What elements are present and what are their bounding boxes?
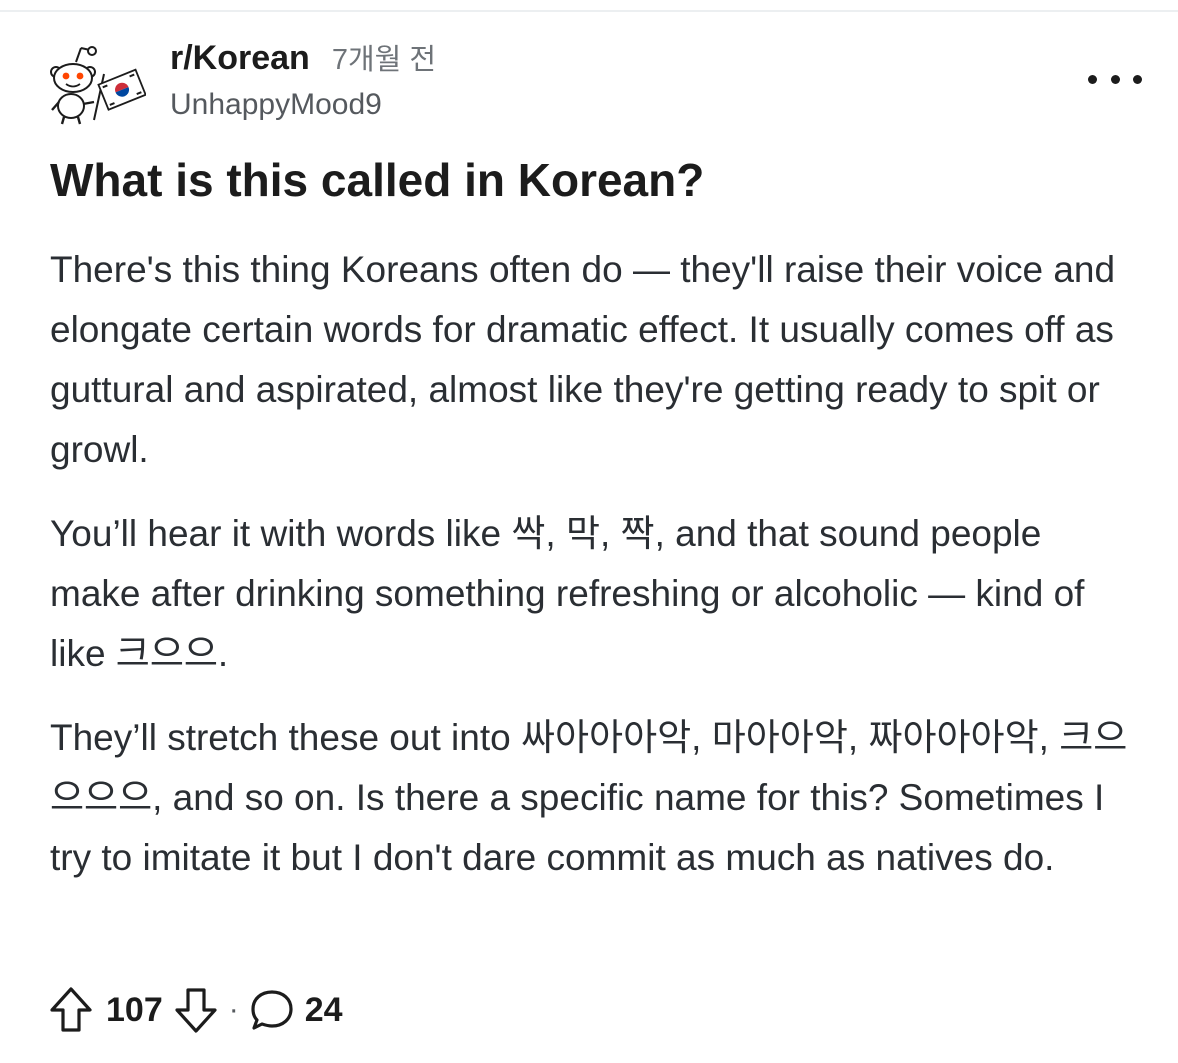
upvote-icon[interactable] — [48, 986, 94, 1034]
post-meta: r/Korean 7개월 전 UnhappyMood9 — [170, 36, 436, 122]
subreddit-link[interactable]: r/Korean — [170, 39, 310, 78]
post-title[interactable]: What is this called in Korean? — [50, 150, 1140, 210]
comment-count[interactable]: 24 — [305, 991, 343, 1030]
snoo-avatar-icon[interactable] — [46, 44, 147, 128]
post-body: There's this thing Koreans often do — th… — [50, 240, 1140, 912]
post-paragraph: They’ll stretch these out into 싸아아아악, 마아… — [50, 717, 1128, 878]
downvote-icon[interactable] — [173, 986, 219, 1034]
post-actions: 107 · 24 — [48, 984, 343, 1036]
more-options-icon[interactable] — [1088, 62, 1142, 96]
post-card: r/Korean 7개월 전 UnhappyMood9 What is this… — [0, 0, 1178, 1063]
author-link[interactable]: UnhappyMood9 — [170, 88, 436, 122]
post-paragraph: There's this thing Koreans often do — th… — [50, 249, 1116, 470]
vote-count: 107 — [106, 990, 163, 1029]
comment-icon[interactable] — [249, 986, 295, 1034]
separator: · — [228, 993, 239, 1026]
post-time: 7개월 전 — [331, 44, 437, 76]
post-paragraph: You’ll hear it with words like 싹, 막, 짝, … — [50, 513, 1085, 674]
